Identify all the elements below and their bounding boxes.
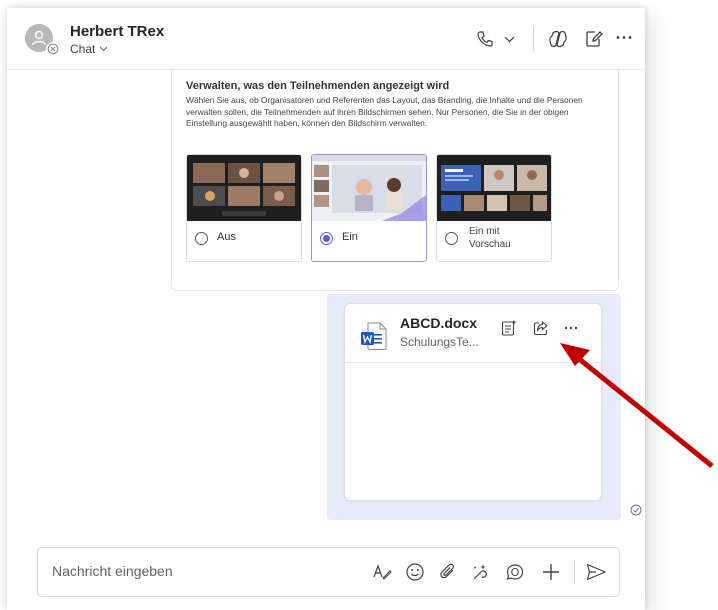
layout-preview-thumbnail xyxy=(437,155,551,221)
option-on-label: Ein xyxy=(342,231,358,243)
file-location: SchulungsTe... xyxy=(400,335,479,349)
option-on[interactable]: Ein xyxy=(311,154,427,262)
message-list[interactable]: Verwalten, was den Teilnehmenden angezei… xyxy=(7,70,645,540)
teams-chat-window: Herbert TRex Chat Verwalten, was den Tei… xyxy=(7,8,645,610)
edit-icon[interactable] xyxy=(585,30,603,48)
option-on-preview[interactable]: Ein mit Vorschau xyxy=(436,154,552,262)
layout-on-thumbnail xyxy=(312,155,426,221)
word-file-icon xyxy=(361,322,387,350)
message-compose-box[interactable]: Nachricht eingeben xyxy=(37,547,620,597)
chevron-down-icon xyxy=(100,46,108,52)
call-icon[interactable] xyxy=(476,30,494,48)
card-heading: Verwalten, was den Teilnehmenden angezei… xyxy=(186,80,450,92)
contact-name[interactable]: Herbert TRex xyxy=(70,23,164,40)
radio-on[interactable] xyxy=(320,232,333,245)
chat-header: Herbert TRex Chat xyxy=(7,8,645,70)
layout-off-thumbnail xyxy=(187,155,301,221)
person-icon xyxy=(31,30,47,46)
plus-icon[interactable] xyxy=(541,562,561,582)
radio-on-preview[interactable] xyxy=(445,232,458,245)
send-icon[interactable] xyxy=(585,562,607,582)
shared-settings-card: Verwalten, was den Teilnehmenden angezei… xyxy=(171,70,619,291)
loop-icon[interactable] xyxy=(471,562,491,582)
copilot-icon[interactable] xyxy=(548,30,568,48)
chat-tab-label: Chat xyxy=(70,42,96,56)
outgoing-message-bubble[interactable]: ABCD.docx SchulungsTe... xyxy=(327,294,621,520)
file-attachment-card[interactable]: ABCD.docx SchulungsTe... xyxy=(344,303,602,501)
message-input[interactable]: Nachricht eingeben xyxy=(52,563,173,579)
option-on-preview-label: Ein mit Vorschau xyxy=(469,226,511,250)
file-card-divider xyxy=(345,362,601,363)
praise-icon[interactable] xyxy=(505,562,525,582)
chat-tab-dropdown[interactable]: Chat xyxy=(70,42,108,56)
share-icon[interactable] xyxy=(533,320,549,336)
seen-check-icon xyxy=(630,504,642,516)
emoji-icon[interactable] xyxy=(405,562,425,582)
attach-icon[interactable] xyxy=(438,562,458,582)
radio-off[interactable] xyxy=(195,232,208,245)
more-icon[interactable] xyxy=(564,326,578,330)
presence-offline-icon xyxy=(46,42,60,56)
compose-divider xyxy=(574,560,575,584)
open-details-icon[interactable] xyxy=(501,320,517,336)
call-options-chevron-icon[interactable] xyxy=(504,36,515,43)
file-name[interactable]: ABCD.docx xyxy=(400,315,477,331)
card-description: Wählen Sie aus, ob Organisatoren und Ref… xyxy=(186,95,583,128)
more-icon[interactable] xyxy=(616,35,632,40)
header-divider xyxy=(533,26,534,52)
option-off[interactable]: Aus xyxy=(186,154,302,262)
format-icon[interactable] xyxy=(372,562,392,582)
option-off-label: Aus xyxy=(217,231,236,243)
